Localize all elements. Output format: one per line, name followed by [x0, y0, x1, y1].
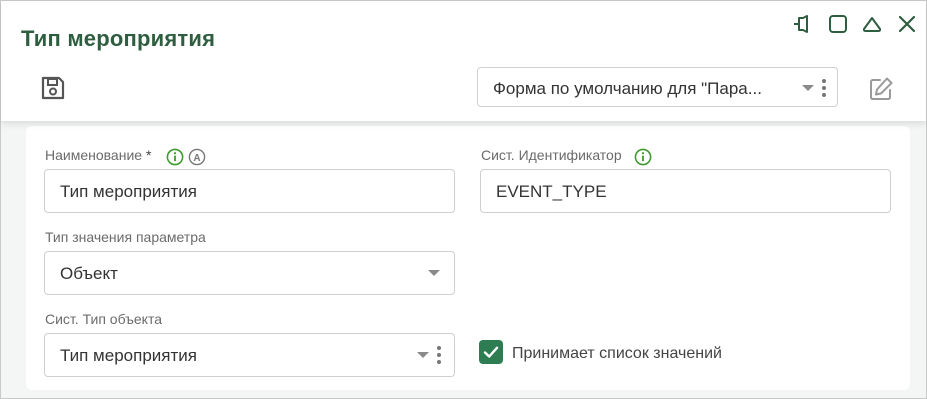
form-selector-value: Форма по умолчанию для "Пара...	[493, 79, 762, 98]
maximize-icon[interactable]	[826, 12, 850, 36]
auto-translate-icon[interactable]: A	[188, 148, 206, 166]
close-icon[interactable]	[895, 12, 919, 36]
sys-id-input-value: EVENT_TYPE	[496, 182, 607, 201]
form-selector[interactable]: Форма по умолчанию для "Пара...	[477, 67, 838, 107]
dialog-header: Тип мероприятия Форма по умолчанию для "…	[1, 1, 926, 121]
name-input-value: Тип мероприятия	[60, 182, 197, 201]
save-button[interactable]	[39, 74, 69, 102]
value-type-label: Тип значения параметра	[45, 229, 206, 245]
name-label: Наименование *	[45, 147, 151, 163]
accepts-list-label[interactable]: Принимает список значений	[512, 345, 722, 363]
required-mark: *	[145, 147, 152, 163]
more-vertical-icon[interactable]	[437, 346, 441, 367]
dialog-title: Тип мероприятия	[21, 26, 216, 51]
dialog-window: Тип мероприятия Форма по умолчанию для "…	[0, 0, 927, 399]
edit-button[interactable]	[867, 75, 895, 103]
accepts-list-checkbox[interactable]	[479, 340, 503, 364]
value-type-select[interactable]: Объект	[44, 251, 455, 295]
collapse-icon[interactable]	[860, 12, 884, 36]
more-vertical-icon[interactable]	[822, 79, 826, 100]
auto-badge-text: A	[193, 153, 200, 164]
save-icon	[39, 76, 67, 106]
value-type-select-value: Объект	[60, 264, 118, 283]
info-icon[interactable]	[634, 148, 652, 166]
name-label-text: Наименование	[45, 147, 143, 163]
chevron-down-icon[interactable]	[417, 352, 429, 358]
chevron-down-icon[interactable]	[428, 270, 440, 276]
chevron-down-icon[interactable]	[802, 85, 814, 91]
object-type-label: Сист. Тип объекта	[45, 311, 162, 327]
check-icon	[483, 346, 499, 358]
sys-id-input[interactable]: EVENT_TYPE	[480, 169, 891, 213]
name-input[interactable]: Тип мероприятия	[44, 169, 455, 213]
edit-icon	[867, 77, 895, 107]
object-type-select-value: Тип мероприятия	[60, 346, 197, 365]
sys-id-label: Сист. Идентификатор	[481, 147, 622, 163]
pin-icon[interactable]	[791, 12, 815, 36]
info-icon[interactable]	[166, 148, 184, 166]
object-type-select[interactable]: Тип мероприятия	[44, 333, 455, 377]
